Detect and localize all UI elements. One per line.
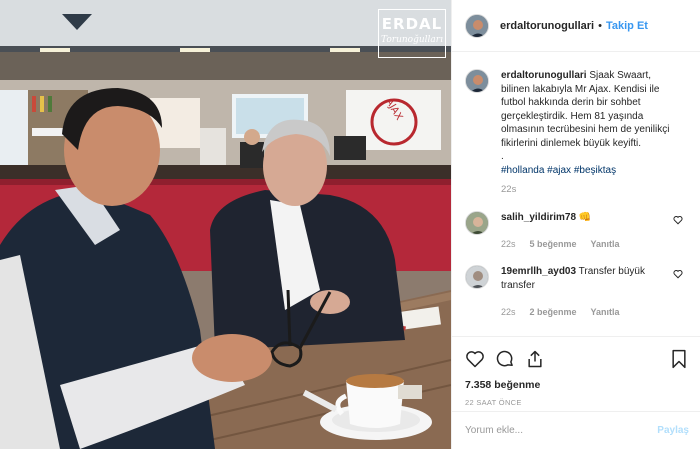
caption-body: erdaltorunogullari Sjaak Swaart, bilinen…: [501, 69, 681, 197]
comment-likes[interactable]: 2 beğenme: [530, 305, 577, 319]
post-actions: 7.358 beğenme 22 SAAT ÖNCE: [452, 336, 700, 407]
follow-button[interactable]: Takip Et: [606, 20, 648, 32]
caption-hashtags[interactable]: #hollanda #ajax #beşiktaş: [501, 164, 681, 178]
comment-age: 22s: [501, 306, 516, 317]
comment-input[interactable]: [465, 425, 658, 436]
header-username[interactable]: erdaltorunogullari: [500, 20, 594, 32]
caption-username[interactable]: erdaltorunogullari: [501, 70, 587, 81]
instagram-post: AJAX ERDAL Torunoğulları erdaltorunogull…: [0, 0, 700, 449]
comment-meta: 22s 5 beğenme Yanıtla: [501, 237, 671, 251]
heart-icon[interactable]: [465, 349, 485, 369]
caption-text: Sjaak Swaart, bilinen lakabıyla Mr Ajax.…: [501, 70, 670, 149]
post-side-panel: erdaltorunogullari • Takip Et erdaltorun…: [451, 0, 700, 449]
post-timestamp: 22 SAAT ÖNCE: [465, 398, 522, 407]
header-separator: •: [598, 19, 602, 32]
post-photo: AJAX ERDAL Torunoğulları: [0, 0, 451, 449]
share-icon[interactable]: [525, 349, 545, 369]
comment-username[interactable]: salih_yildirim78: [501, 212, 576, 223]
add-comment-bar: Paylaş: [452, 411, 700, 449]
comment-likes[interactable]: 5 beğenme: [530, 237, 577, 251]
bookmark-icon[interactable]: [670, 349, 688, 369]
photo-illustration: AJAX: [0, 0, 451, 449]
post-comment-button[interactable]: Paylaş: [657, 425, 689, 436]
caption-dot: .: [501, 151, 504, 162]
comment-icon[interactable]: [495, 349, 515, 369]
caption-age: 22s: [501, 184, 517, 195]
comment-item: salih_yildirim78 👊 22s 5 beğenme Yanıtla: [465, 210, 687, 251]
comment-avatar[interactable]: [465, 210, 489, 235]
comment-body: 19emrllh_ayd03 Transfer büyük transfer 2…: [501, 265, 671, 319]
comment-avatar[interactable]: [465, 264, 489, 289]
caption: erdaltorunogullari Sjaak Swaart, bilinen…: [465, 69, 687, 197]
comment-text: 👊: [578, 211, 592, 223]
comments-list[interactable]: erdaltorunogullari Sjaak Swaart, bilinen…: [452, 53, 700, 335]
watermark-name: ERDAL: [381, 15, 443, 33]
comment-item: 19emrllh_ayd03 Transfer büyük transfer 2…: [465, 264, 687, 319]
comment-username[interactable]: 19emrllh_ayd03: [501, 266, 576, 277]
like-count[interactable]: 7.358 beğenme: [465, 379, 688, 391]
action-icons: [465, 347, 688, 371]
photo-watermark: ERDAL Torunoğulları: [378, 9, 446, 58]
avatar[interactable]: [465, 13, 489, 38]
comment-like-heart-icon[interactable]: [673, 269, 683, 279]
post-header: erdaltorunogullari • Takip Et: [452, 0, 700, 52]
comment-age: 22s: [501, 238, 516, 249]
comment-body: salih_yildirim78 👊 22s 5 beğenme Yanıtla: [501, 211, 671, 251]
reply-button[interactable]: Yanıtla: [591, 305, 620, 319]
comment-meta: 22s 2 beğenme Yanıtla: [501, 305, 671, 319]
comment-like-heart-icon[interactable]: [673, 215, 683, 225]
caption-avatar[interactable]: [465, 69, 489, 93]
reply-button[interactable]: Yanıtla: [591, 237, 620, 251]
watermark-surname: Torunoğulları: [381, 35, 443, 45]
